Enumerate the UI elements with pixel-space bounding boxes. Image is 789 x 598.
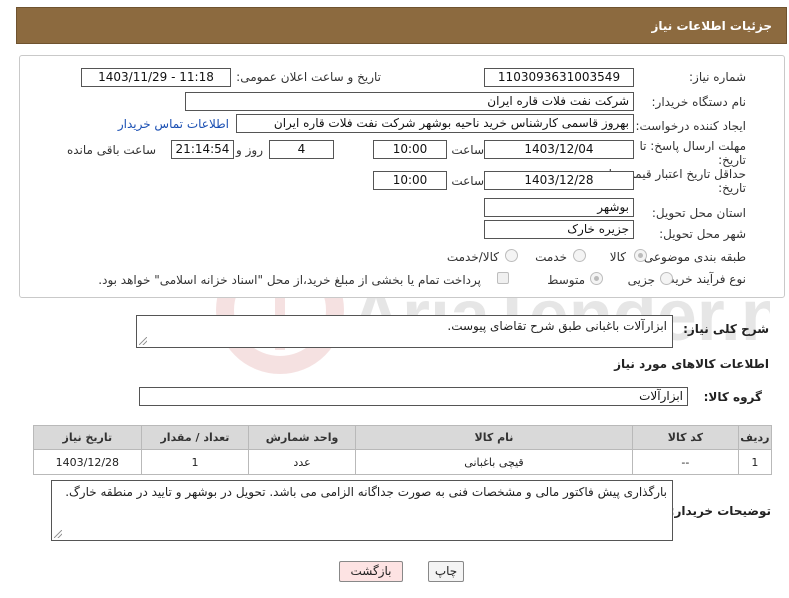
process-medium-label: متوسط [547, 273, 585, 287]
column-header: ردیف [737, 425, 773, 450]
buyer-org-label: نام دستگاه خریدار: [651, 95, 747, 109]
treasury-payment-checkbox[interactable] [497, 272, 509, 284]
table-row: 1 -- قیچی باغبانی عدد 1 1403/12/28 [33, 449, 773, 475]
process-small-label: جزیی [627, 273, 655, 287]
column-header: واحد شمارش [248, 425, 356, 450]
deadline-date-field: 1403/12/04 [484, 140, 634, 159]
need-number-label: شماره نیاز: [689, 70, 746, 84]
city-label: شهر محل تحویل: [659, 227, 746, 241]
category-service-label: خدمت [535, 250, 567, 264]
deadline-label: مهلت ارسال پاسخ: تا تاریخ: [639, 139, 746, 167]
item-code-cell: -- [632, 449, 739, 475]
contact-info-link[interactable]: اطلاعات تماس خریدار [118, 117, 229, 131]
category-goods-radio[interactable] [634, 249, 647, 262]
process-medium-radio[interactable] [590, 272, 603, 285]
remaining-time-field: 21:14:54 [171, 140, 234, 159]
buyer-notes-text: بارگذاری پیش فاکتور مالی و مشخصات فنی به… [65, 485, 667, 499]
category-both-radio[interactable] [505, 249, 518, 262]
quantity-cell: 1 [140, 449, 250, 475]
validity-time-field: 10:00 [373, 171, 447, 190]
validity-time-label: ساعت [451, 174, 484, 188]
goods-group-field: ابزارآلات [139, 387, 688, 406]
back-button[interactable]: بازگشت [339, 561, 403, 582]
deadline-time-field: 10:00 [373, 140, 447, 159]
page-title: جزئیات اطلاعات نیاز [651, 19, 772, 33]
category-service-radio[interactable] [573, 249, 586, 262]
resize-grip-icon[interactable] [139, 337, 147, 345]
process-small-radio[interactable] [660, 272, 673, 285]
description-label: شرح کلی نیاز: [683, 322, 769, 336]
days-suffix: روز و [236, 143, 263, 157]
days-field: 4 [269, 140, 334, 159]
page-header: جزئیات اطلاعات نیاز [16, 7, 787, 44]
announce-field: 1403/11/29 - 11:18 [81, 68, 231, 87]
column-header: تاریخ نیاز [33, 425, 142, 450]
column-header: کد کالا [632, 425, 739, 450]
column-header: تعداد / مقدار [140, 425, 250, 450]
province-field: بوشهر [484, 198, 634, 217]
validity-date-field: 1403/12/28 [484, 171, 634, 190]
buyer-notes-label: توضیحات خریدار: [669, 504, 771, 518]
category-goods-label: کالا [609, 250, 626, 264]
remaining-suffix: ساعت باقی مانده [66, 143, 156, 157]
description-text: ابزارآلات باغبانی طبق شرح تقاضای پیوست. [447, 319, 667, 333]
announce-label: تاریخ و ساعت اعلان عمومی: [236, 70, 381, 84]
category-label: طبقه بندی موضوعی: [639, 250, 746, 264]
goods-group-label: گروه کالا: [703, 390, 762, 404]
creator-field: بهروز قاسمی کارشناس خرید ناحیه بوشهر شرک… [236, 114, 634, 133]
category-both-label: کالا/خدمت [446, 250, 499, 264]
creator-label: ایجاد کننده درخواست: [635, 119, 746, 133]
buyer-org-field: شرکت نفت فلات قاره ایران [185, 92, 634, 111]
description-textarea[interactable]: ابزارآلات باغبانی طبق شرح تقاضای پیوست. [136, 315, 673, 348]
province-label: استان محل تحویل: [651, 206, 746, 220]
unit-cell: عدد [248, 449, 356, 475]
buyer-notes-textarea[interactable]: بارگذاری پیش فاکتور مالی و مشخصات فنی به… [51, 480, 673, 541]
need-date-cell: 1403/12/28 [33, 449, 142, 475]
print-button[interactable]: چاپ [428, 561, 464, 582]
goods-table: ردیف کد کالا نام کالا واحد شمارش تعداد /… [33, 425, 773, 475]
city-field: جزیره خارک [484, 220, 634, 239]
table-header-row: ردیف کد کالا نام کالا واحد شمارش تعداد /… [33, 425, 773, 450]
process-label: نوع فرآیند خرید : [661, 272, 746, 286]
need-number-field: 1103093631003549 [484, 68, 634, 87]
deadline-time-label: ساعت [451, 143, 484, 157]
row-index-cell: 1 [737, 449, 773, 475]
goods-section-title: اطلاعات کالاهای مورد نیاز [614, 357, 769, 371]
column-header: نام کالا [354, 425, 634, 450]
resize-grip-icon[interactable] [54, 530, 62, 538]
treasury-payment-label: پرداخت تمام یا بخشی از مبلغ خرید،از محل … [98, 273, 481, 287]
item-name-cell: قیچی باغبانی [354, 449, 634, 475]
